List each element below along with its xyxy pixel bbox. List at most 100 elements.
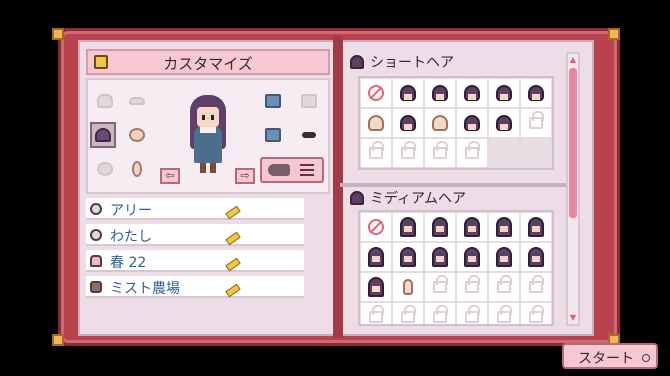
lock-icon <box>465 305 480 323</box>
rotate-left-button[interactable]: ⇦ <box>160 168 180 184</box>
body-slot[interactable] <box>124 156 150 182</box>
none-icon <box>368 219 384 235</box>
start-label: スタート <box>578 351 634 367</box>
bottom-icon <box>301 94 317 108</box>
hair-option-locked[interactable] <box>360 138 392 168</box>
hair-option-none[interactable] <box>360 212 392 242</box>
sunglasses-icon <box>302 132 316 138</box>
hair-option[interactable] <box>488 212 520 242</box>
lock-icon <box>433 305 448 323</box>
hair-option-locked[interactable] <box>392 138 424 168</box>
scroll-up-icon[interactable]: ▲ <box>569 56 577 64</box>
hair-option[interactable] <box>520 78 552 108</box>
lock-icon <box>433 275 448 293</box>
hair-option-locked[interactable] <box>424 302 456 324</box>
hair-option[interactable] <box>392 242 424 272</box>
hair-option[interactable] <box>424 212 456 242</box>
lock-icon <box>497 305 512 323</box>
top-slot[interactable] <box>260 88 286 114</box>
page-title: カスタマイズ <box>163 55 253 73</box>
start-button[interactable]: スタート <box>562 343 658 369</box>
hair-option[interactable] <box>488 242 520 272</box>
hair-option-locked[interactable] <box>392 302 424 324</box>
hair-option[interactable] <box>360 108 392 138</box>
hair-option[interactable] <box>456 212 488 242</box>
bald-head-icon <box>432 115 448 131</box>
body-icon <box>132 161 142 177</box>
hair-option-locked[interactable] <box>456 272 488 302</box>
lock-icon <box>529 305 544 323</box>
hair-option[interactable] <box>456 108 488 138</box>
hair-option[interactable] <box>360 272 392 302</box>
hair-option[interactable] <box>392 108 424 138</box>
medium-hair-grid <box>358 210 554 326</box>
hair-option[interactable] <box>488 108 520 138</box>
hair-option-locked[interactable] <box>520 108 552 138</box>
controller-button-icon <box>642 354 650 362</box>
hair-option-locked[interactable] <box>488 272 520 302</box>
book-corner <box>52 334 64 346</box>
hair-icon <box>95 128 111 142</box>
outfit-slot[interactable] <box>260 122 286 148</box>
accessory-slot[interactable] <box>92 156 118 182</box>
hair-option[interactable] <box>488 78 520 108</box>
short-hair-grid <box>358 76 554 170</box>
hair-option[interactable] <box>392 78 424 108</box>
face-icon <box>129 128 145 142</box>
hair-option-none[interactable] <box>360 78 392 108</box>
hair-style-icon <box>432 217 448 237</box>
hair-style-icon <box>400 217 416 237</box>
hair-style-icon <box>368 247 384 267</box>
lock-icon <box>401 305 416 323</box>
hair-option[interactable] <box>520 212 552 242</box>
hair-option[interactable] <box>424 78 456 108</box>
book-corner <box>52 28 64 40</box>
hair-style-icon <box>400 115 416 131</box>
bottom-slot[interactable] <box>296 88 322 114</box>
name-row[interactable]: アリー <box>86 198 304 220</box>
hair-option-locked[interactable] <box>520 302 552 324</box>
hair-style-icon <box>496 247 512 267</box>
character-sprite <box>184 95 232 175</box>
hair-option-locked[interactable] <box>456 302 488 324</box>
empty-slot <box>488 138 520 168</box>
hair-option-locked[interactable] <box>520 272 552 302</box>
eyewear-slot[interactable] <box>296 122 322 148</box>
scroll-thumb[interactable] <box>569 68 577 218</box>
scroll-down-icon[interactable]: ▼ <box>569 314 577 322</box>
pet-menu-button[interactable] <box>260 157 324 183</box>
birthday-row[interactable]: 春 22 <box>86 250 304 272</box>
lock-icon <box>465 141 480 159</box>
medium-hair-title: ミディアムヘア <box>370 191 467 207</box>
hair-option[interactable] <box>520 242 552 272</box>
hair-style-icon <box>496 217 512 237</box>
hair-option[interactable] <box>456 78 488 108</box>
hair-style-icon <box>432 247 448 267</box>
face-slot[interactable] <box>124 122 150 148</box>
farm-value: ミスト農場 <box>110 281 180 297</box>
rotate-right-button[interactable]: ⇨ <box>235 168 255 184</box>
hair-option[interactable] <box>360 242 392 272</box>
hair-option-locked[interactable] <box>424 272 456 302</box>
hair-option-locked[interactable] <box>424 138 456 168</box>
hat-slot[interactable] <box>92 88 118 114</box>
name-icon <box>90 203 102 215</box>
hair-slot[interactable] <box>90 122 116 148</box>
hair-option[interactable] <box>424 242 456 272</box>
hair-style-icon <box>464 85 480 101</box>
farm-row[interactable]: ミスト農場 <box>86 276 304 298</box>
hair-option-locked[interactable] <box>360 302 392 324</box>
hair-option[interactable] <box>392 272 424 302</box>
glasses-slot[interactable] <box>124 88 150 114</box>
hair-style-icon <box>400 247 416 267</box>
hair-option[interactable] <box>424 108 456 138</box>
pronoun-row[interactable]: わたし <box>86 224 304 246</box>
empty-slot <box>520 138 552 168</box>
hair-option-locked[interactable] <box>488 302 520 324</box>
hair-option-locked[interactable] <box>456 138 488 168</box>
hair-list-scrollbar[interactable]: ▲ ▼ <box>566 52 580 326</box>
lock-icon <box>529 111 544 129</box>
hair-option[interactable] <box>456 242 488 272</box>
bird-icon <box>268 164 290 176</box>
hair-option[interactable] <box>392 212 424 242</box>
